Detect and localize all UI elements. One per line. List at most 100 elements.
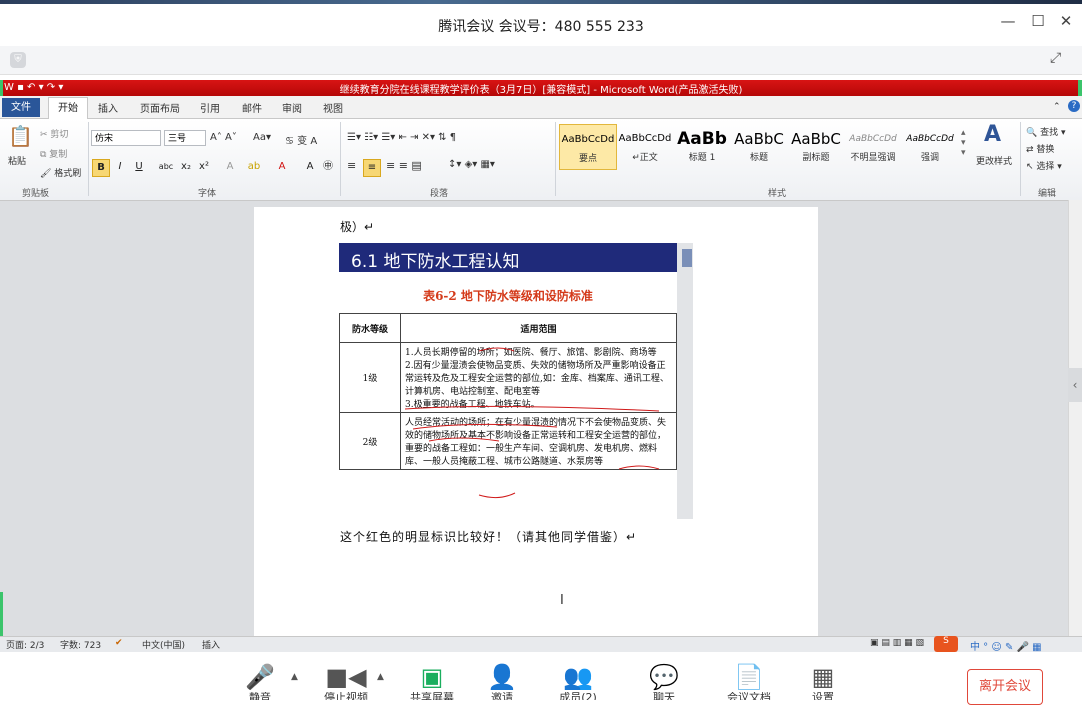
cut-label: 剪切 — [50, 130, 69, 140]
font-family-select[interactable]: 仿宋 — [91, 130, 161, 146]
style-sample: AaBbCcDd — [906, 134, 954, 144]
find-button[interactable]: 🔍 查找 ▾ — [1026, 125, 1065, 138]
shield-icon[interactable]: ⛨ — [10, 52, 26, 68]
chat-button[interactable]: 💬 聊天 — [634, 662, 694, 700]
settings-button[interactable]: ▦ 设置 — [793, 662, 853, 700]
subscript-icon[interactable]: x₂ — [178, 159, 194, 175]
chat-label: 聊天 — [653, 692, 675, 700]
help-icon[interactable]: ? — [1068, 100, 1080, 112]
replace-label: 替换 — [1036, 145, 1055, 155]
video-options-caret-icon[interactable]: ▲ — [377, 672, 384, 682]
line-spacing-icon[interactable]: ↕▾ ◈▾ ▦▾ — [448, 159, 495, 170]
style-gallery-item[interactable]: AaBb 标题 1 — [674, 124, 730, 168]
sogou-input-icon[interactable]: S — [934, 636, 958, 652]
mute-button[interactable]: 🎤 静音 — [230, 662, 290, 700]
tab-file[interactable]: 文件 — [2, 98, 40, 117]
collapse-ribbon-icon[interactable]: ⌃ — [1053, 102, 1061, 112]
cut-button[interactable]: ✂ 剪切 — [40, 127, 68, 140]
mute-options-caret-icon[interactable]: ▲ — [291, 672, 298, 682]
style-gallery-item[interactable]: AaBbCcDd ↵正文 — [617, 124, 673, 168]
highlight-icon[interactable]: ab — [246, 159, 262, 175]
page-count[interactable]: 页面: 2/3 — [6, 638, 44, 651]
vertical-scrollbar[interactable] — [1068, 200, 1082, 636]
style-scroll-icon[interactable]: ▴ ▾ ▾ — [961, 128, 966, 158]
align-left-icon[interactable]: ≡ — [347, 159, 356, 172]
meeting-docs-button[interactable]: 📄 会议文档 — [719, 662, 779, 700]
quick-access-toolbar[interactable]: W ▪ ↶ ▾ ↷ ▾ — [4, 82, 63, 93]
ribbon-tabs: 插入 页面布局 引用 邮件 审阅 视图 ⌃ ? — [0, 96, 1082, 119]
change-case-icon[interactable]: Aa▾ — [253, 132, 271, 143]
share-screen-button[interactable]: ▣ 共享屏幕 — [402, 662, 462, 700]
side-panel-toggle-icon[interactable]: ‹ — [1068, 368, 1082, 402]
select-button[interactable]: ↖ 选择 ▾ — [1026, 159, 1062, 172]
clear-format-icon[interactable]: ♋ 变 A — [285, 132, 317, 147]
paste-button[interactable]: 粘贴 — [8, 154, 26, 167]
change-styles-button[interactable]: 更改样式 — [976, 154, 1012, 167]
italic-icon[interactable]: I — [112, 159, 128, 175]
stop-video-button[interactable]: ■◀ 停止视频 — [316, 662, 376, 700]
tab-mailings[interactable]: 邮件 — [242, 100, 262, 115]
meeting-titlebar: 腾讯会议 会议号：480 555 233 — [0, 4, 1082, 46]
tab-page-layout[interactable]: 页面布局 — [140, 100, 180, 115]
style-gallery-item[interactable]: AaBbC 副标题 — [788, 124, 844, 168]
find-label: 查找 — [1040, 128, 1059, 138]
expand-icon[interactable]: ⤢ — [1050, 50, 1061, 66]
leave-meeting-button[interactable]: 离开会议 — [967, 669, 1043, 705]
styles-group-label: 样式 — [768, 189, 787, 199]
change-styles-icon[interactable]: A — [984, 122, 1001, 147]
style-gallery-item[interactable]: AaBbC 标题 — [731, 124, 787, 168]
style-sample: AaBbC — [734, 130, 784, 148]
font-size-select[interactable]: 三号 — [164, 130, 206, 146]
copy-label: 复制 — [49, 150, 68, 160]
invite-button[interactable]: 👤 邀请 — [472, 662, 532, 700]
font-group-label: 字体 — [198, 189, 217, 199]
strikethrough-icon[interactable]: abc — [158, 159, 174, 175]
view-buttons-icon[interactable]: ▣ ▤ ▥ ▦ ▧ — [870, 638, 924, 648]
style-name: 标题 1 — [688, 153, 716, 163]
bold-button[interactable]: B — [92, 159, 110, 177]
tab-review[interactable]: 审阅 — [282, 100, 302, 115]
red-annotation-marks — [404, 347, 660, 499]
editing-group-label: 编辑 — [1038, 189, 1057, 199]
camera-icon: ■◀ — [325, 663, 367, 691]
align-center-button[interactable]: ≡ — [363, 159, 381, 177]
replace-button[interactable]: ⇄ 替换 — [1026, 142, 1054, 155]
underline-icon[interactable]: U — [131, 159, 147, 175]
word-titlebar: 继续教育分院在线课程教学评价表（3月7日）[兼容模式] - Microsoft … — [0, 80, 1082, 96]
group-separator — [340, 122, 341, 196]
word-count[interactable]: 字数: 723 — [60, 638, 101, 651]
language-status[interactable]: 中文(中国) — [142, 638, 185, 651]
minimize-icon[interactable]: — — [998, 12, 1018, 30]
tab-references[interactable]: 引用 — [200, 100, 220, 115]
maximize-icon[interactable]: ☐ — [1028, 12, 1048, 30]
input-tools-icon[interactable]: 中 ° ☺ ✎ 🎤 ▦ — [970, 638, 1042, 653]
char-shading-icon[interactable]: A — [302, 159, 318, 175]
align-right-icon[interactable]: ≡ ≡ ▤ — [386, 159, 422, 172]
copy-button[interactable]: ⧉ 复制 — [40, 147, 67, 160]
meeting-docs-label: 会议文档 — [727, 692, 771, 700]
grow-shrink-font-icon[interactable]: A˄ A˅ — [210, 132, 237, 143]
insert-mode[interactable]: 插入 — [202, 638, 220, 651]
document-text-line: 极）↵ — [340, 220, 375, 234]
members-label: 成员(2) — [559, 692, 597, 700]
proofing-icon[interactable]: ✔ — [115, 638, 123, 648]
paste-icon[interactable]: 📋 — [8, 124, 33, 148]
close-icon[interactable]: ✕ — [1056, 12, 1076, 30]
enclose-char-icon[interactable]: ㊥ — [320, 159, 336, 175]
style-gallery-item[interactable]: AaBbCcDd 强调 — [902, 124, 958, 168]
group-separator — [555, 122, 556, 196]
list-buttons-icon[interactable]: ☰▾ ☷▾ ☰▾ ⇤ ⇥ ✕▾ ⇅ ¶ — [347, 132, 456, 143]
font-color-icon[interactable]: A — [274, 159, 290, 175]
style-name: 副标题 — [802, 153, 830, 163]
members-button[interactable]: 👥 成员(2) — [548, 662, 608, 700]
style-gallery-item[interactable]: AaBbCcDd 不明显强调 — [845, 124, 901, 168]
tab-home[interactable]: 开始 — [48, 97, 88, 119]
meeting-toolbar — [0, 652, 1082, 704]
tab-view[interactable]: 视图 — [323, 100, 343, 115]
invite-label: 邀请 — [491, 692, 513, 700]
superscript-icon[interactable]: x² — [196, 159, 212, 175]
style-gallery-item[interactable]: AaBbCcDd 要点 — [559, 124, 617, 170]
text-effect-icon[interactable]: A — [222, 159, 238, 175]
format-painter-button[interactable]: 🖌 格式刷 — [40, 166, 81, 179]
tab-insert[interactable]: 插入 — [98, 100, 118, 115]
